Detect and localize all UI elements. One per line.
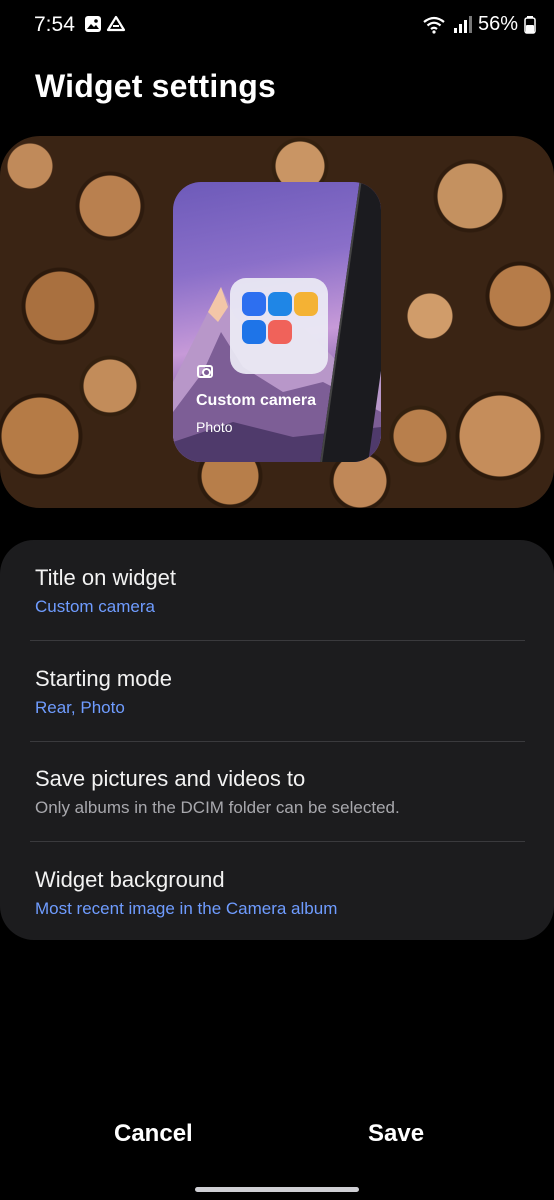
image-icon <box>85 16 101 32</box>
wifi-icon <box>423 16 445 34</box>
widget-preview: Custom camera Photo <box>173 182 381 462</box>
battery-percent: 56% <box>477 13 518 35</box>
drive-icon <box>106 15 126 32</box>
setting-label: Widget background <box>35 867 225 892</box>
setting-save-location[interactable]: Save pictures and videos to Only albums … <box>0 741 554 841</box>
setting-value: Custom camera <box>35 597 155 616</box>
page-title: Widget settings <box>35 68 276 104</box>
setting-label: Save pictures and videos to <box>35 766 306 791</box>
app-folder <box>230 278 328 374</box>
cancel-button[interactable]: Cancel <box>114 1120 193 1148</box>
setting-starting-mode[interactable]: Starting mode Rear, Photo <box>0 641 554 741</box>
settings-list: Title on widget Custom camera Starting m… <box>0 540 554 940</box>
widget-subtitle: Photo <box>196 419 233 435</box>
setting-value: Rear, Photo <box>35 698 125 717</box>
status-time: 7:54 <box>34 13 75 36</box>
save-button[interactable]: Save <box>368 1120 424 1148</box>
setting-label: Starting mode <box>35 666 172 691</box>
camera-icon <box>197 365 213 378</box>
setting-value: Most recent image in the Camera album <box>35 899 338 918</box>
battery-icon <box>524 15 536 34</box>
home-indicator[interactable] <box>195 1187 359 1192</box>
setting-description: Only albums in the DCIM folder can be se… <box>35 798 400 817</box>
status-bar: 7:54 56% <box>0 0 554 50</box>
signal-icon <box>453 15 472 33</box>
status-right: 56% <box>422 13 536 36</box>
setting-widget-background[interactable]: Widget background Most recent image in t… <box>0 842 554 942</box>
widget-title: Custom camera <box>196 392 317 409</box>
setting-label: Title on widget <box>35 565 177 590</box>
setting-title-on-widget[interactable]: Title on widget Custom camera <box>0 540 554 640</box>
